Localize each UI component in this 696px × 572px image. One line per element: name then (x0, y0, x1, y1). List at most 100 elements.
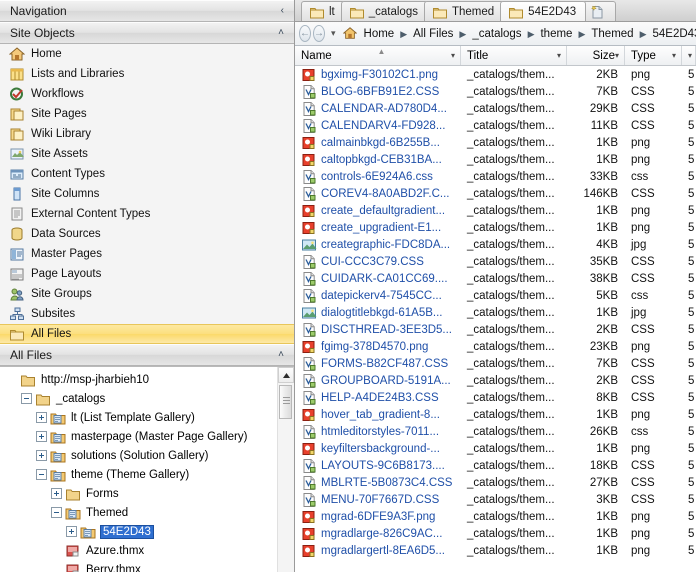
history-dropdown-icon[interactable]: ▾ (327, 28, 340, 39)
collapse-icon[interactable] (36, 469, 47, 480)
expand-icon[interactable] (51, 488, 62, 499)
file-row[interactable]: CUIDARK-CA01CC69.... _catalogs/them... 38K… (295, 270, 696, 287)
sidebar-item-data-sources[interactable]: Data Sources (0, 224, 294, 244)
file-row[interactable]: DISCTHREAD-3EE3D5... _catalogs/them... 2KB… (295, 321, 696, 338)
expand-icon[interactable] (36, 412, 47, 423)
back-button[interactable]: ← (299, 25, 311, 42)
file-row[interactable]: HELP-A4DE24B3.CSS _catalogs/them... 8KB CSS… (295, 389, 696, 406)
chevron-down-icon[interactable]: ▾ (688, 51, 696, 60)
expand-icon[interactable] (66, 526, 77, 537)
navigation-panel-header[interactable]: Navigation ‹ (0, 0, 294, 22)
file-row[interactable]: LAYOUTS-9C6B8173.... _catalogs/them... 18K… (295, 457, 696, 474)
all-files-panel-header[interactable]: All Files ˄ (0, 344, 294, 366)
sidebar-item-site-groups[interactable]: Site Groups (0, 284, 294, 304)
tree-node[interactable]: masterpage (Master Page Gallery) (0, 427, 277, 446)
tree-node[interactable]: http://msp-jharbieh10 (0, 370, 277, 389)
breadcrumb-item[interactable]: _catalogs (469, 28, 524, 40)
sidebar-item-master-pages[interactable]: Master Pages (0, 244, 294, 264)
tab--catalogs[interactable]: _catalogs (340, 1, 428, 21)
tree-node[interactable]: theme (Theme Gallery) (0, 465, 277, 484)
chevron-down-icon[interactable]: ▾ (451, 51, 460, 60)
file-row[interactable]: creategraphic-FDC8DA... _catalogs/them...… (295, 236, 696, 253)
file-row[interactable]: keyfiltersbackground-... _catalogs/them..… (295, 440, 696, 457)
file-row[interactable]: mgradlargertl-8EA6D5... _catalogs/them...… (295, 542, 696, 559)
collapse-icon[interactable] (51, 507, 62, 518)
tab-themed[interactable]: Themed (423, 1, 505, 21)
breadcrumb-item[interactable]: Themed (588, 28, 636, 40)
sidebar-item-site-assets[interactable]: Site Assets (0, 144, 294, 164)
tab-54e2d43[interactable]: 54E2D43 (500, 1, 587, 21)
file-row[interactable]: htmleditorstyles-7011... _catalogs/them..… (295, 423, 696, 440)
file-row[interactable]: MBLRTE-5B0873C4.CSS _catalogs/them... 27KB… (295, 474, 696, 491)
sidebar-item-wiki-library[interactable]: Wiki Library (0, 124, 294, 144)
sidebar-item-external-content-types[interactable]: External Content Types (0, 204, 294, 224)
column-header-type[interactable]: Type ▾ (625, 46, 682, 65)
file-row[interactable]: bgximg-F30102C1.png _catalogs/them... 2KB p… (295, 66, 696, 83)
file-row[interactable]: create_defaultgradient... _catalogs/them.… (295, 202, 696, 219)
file-row[interactable]: datepickerv4-7545CC... _catalogs/them... 5… (295, 287, 696, 304)
new-tab-button[interactable] (582, 1, 617, 21)
file-row[interactable]: COREV4-8A0ABD2F.C... _catalogs/them... 146… (295, 185, 696, 202)
scroll-up-arrow-icon[interactable] (278, 367, 294, 383)
file-row[interactable]: GROUPBOARD-5191A... _catalogs/them... 2KB C… (295, 372, 696, 389)
file-size: 1KB (596, 204, 618, 217)
file-row[interactable]: CUI-CCC3C79.CSS _catalogs/them... 35KB CSS 5 (295, 253, 696, 270)
tree-node[interactable]: 54E2D43 (0, 522, 277, 541)
site-objects-panel-header[interactable]: Site Objects ˄ (0, 22, 294, 44)
sidebar-item-lists-and-libraries[interactable]: Lists and Libraries (0, 64, 294, 84)
breadcrumb-item[interactable]: theme (537, 28, 575, 40)
file-row[interactable]: mgradlarge-826C9AC... _catalogs/them... 1K… (295, 525, 696, 542)
file-row[interactable]: FORMS-B82CF487.CSS _catalogs/them... 7KB CS… (295, 355, 696, 372)
chevron-down-icon[interactable]: ▾ (557, 51, 566, 60)
sidebar-item-content-types[interactable]: Content Types (0, 164, 294, 184)
tree-node[interactable]: Themed (0, 503, 277, 522)
breadcrumb-item[interactable]: 54E2D43 (649, 28, 696, 40)
file-row[interactable]: controls-6E924A6.css _catalogs/them... 33K… (295, 168, 696, 185)
file-row[interactable]: CALENDARV4-FD928... _catalogs/them... 11KB… (295, 117, 696, 134)
sidebar-item-page-layouts[interactable]: Page Layouts (0, 264, 294, 284)
file-row[interactable]: fgimg-378D4570.png _catalogs/them... 23KB p… (295, 338, 696, 355)
chevron-up-icon[interactable]: ˄ (278, 28, 288, 38)
tree-node[interactable]: Berry.thmx (0, 560, 277, 572)
expand-icon[interactable] (36, 431, 47, 442)
tree-node[interactable]: Forms (0, 484, 277, 503)
column-header-m[interactable]: M▾ (682, 46, 696, 65)
file-row[interactable]: CALENDAR-AD780D4... _catalogs/them... 29KB… (295, 100, 696, 117)
sidebar-item-all-files[interactable]: All Files (0, 324, 294, 344)
file-row[interactable]: calmainbkgd-6B255B... _catalogs/them... 1K… (295, 134, 696, 151)
chevron-down-icon[interactable]: ▾ (672, 51, 681, 60)
file-row[interactable]: dialogtitlebkgd-61A5B... _catalogs/them..… (295, 304, 696, 321)
forward-button[interactable]: → (313, 25, 325, 42)
file-row[interactable]: caltopbkgd-CEB31BA... _catalogs/them... 1K… (295, 151, 696, 168)
expand-icon[interactable] (36, 450, 47, 461)
breadcrumb-item[interactable]: Home (361, 28, 398, 40)
chevron-up-icon[interactable]: ˄ (278, 350, 288, 360)
collapse-icon[interactable] (21, 393, 32, 404)
file-row[interactable]: mgrad-6DFE9A3F.png _catalogs/them... 1KB pn… (295, 508, 696, 525)
chevron-down-icon[interactable]: ▾ (615, 51, 624, 60)
tab-lt[interactable]: lt (301, 1, 345, 21)
breadcrumb-item[interactable]: All Files (410, 28, 456, 40)
sidebar-item-workflows[interactable]: Workflows (0, 84, 294, 104)
file-row[interactable]: BLOG-6BFB91E2.CSS _catalogs/them... 7KB CSS… (295, 83, 696, 100)
tree-scrollbar[interactable] (277, 367, 294, 572)
column-header-title[interactable]: Title ▾ (461, 46, 567, 65)
column-header-size[interactable]: Size ▾ (567, 46, 625, 65)
file-title: _catalogs/them... (467, 272, 555, 285)
chevron-left-icon[interactable]: ‹ (281, 6, 288, 16)
tree-node[interactable]: lt (List Template Gallery) (0, 408, 277, 427)
file-row[interactable]: create_upgradient-E1... _catalogs/them...… (295, 219, 696, 236)
file-row[interactable]: MENU-70F7667D.CSS _catalogs/them... 3KB CSS… (295, 491, 696, 508)
file-row[interactable]: hover_tab_gradient-8... _catalogs/them...… (295, 406, 696, 423)
column-header-name[interactable]: ▲ Name ▾ (295, 46, 461, 65)
tree-node[interactable]: Azure.thmx (0, 541, 277, 560)
sidebar-item-site-pages[interactable]: Site Pages (0, 104, 294, 124)
sidebar-item-site-columns[interactable]: Site Columns (0, 184, 294, 204)
png-file-icon (301, 339, 317, 355)
sidebar-item-subsites[interactable]: Subsites (0, 304, 294, 324)
tree-node[interactable]: solutions (Solution Gallery) (0, 446, 277, 465)
scrollbar-thumb[interactable] (279, 385, 292, 419)
sidebar-item-home[interactable]: Home (0, 44, 294, 64)
tree-node[interactable]: _catalogs (0, 389, 277, 408)
